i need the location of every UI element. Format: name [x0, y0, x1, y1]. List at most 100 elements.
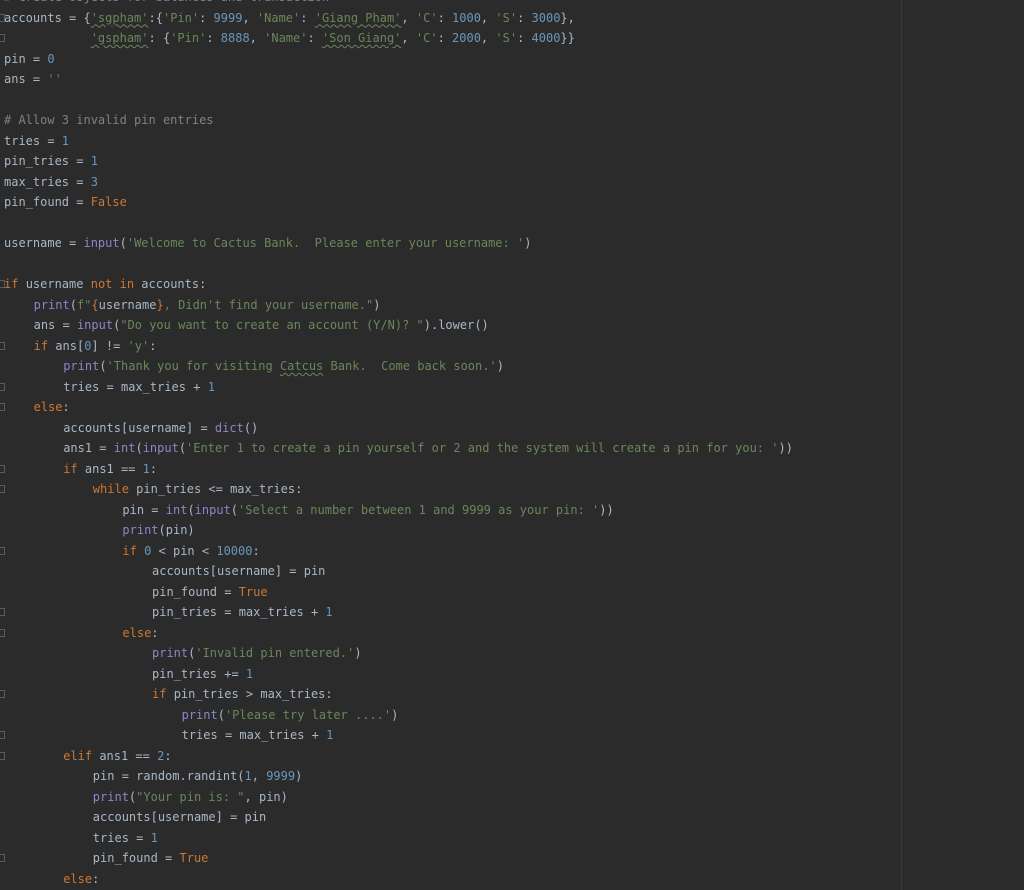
fold-marker-icon[interactable] — [0, 628, 5, 637]
code-line[interactable]: if pin_tries > max_tries: — [152, 684, 333, 705]
fold-marker-icon[interactable] — [0, 464, 5, 473]
code-line[interactable]: accounts[username] = pin — [93, 807, 266, 828]
code-token-id: ) — [524, 236, 532, 250]
code-token-num: 1 — [61, 133, 70, 148]
code-line[interactable]: ans1 = int(input('Enter 1 to create a pi… — [63, 438, 793, 459]
code-line[interactable]: print("Your pin is: ", pin) — [93, 787, 288, 808]
code-line[interactable]: print(f"{username}, Didn't find your use… — [34, 295, 381, 316]
code-line[interactable]: while pin_tries <= max_tries: — [93, 479, 303, 500]
code-token-fn: print — [181, 707, 218, 722]
code-line[interactable]: max_tries = 3 — [4, 172, 98, 193]
code-token-id: pin = random.randint( — [92, 769, 245, 783]
fold-marker-icon[interactable] — [0, 690, 5, 698]
code-line[interactable]: elif ans1 == 2: — [63, 746, 171, 767]
code-token-id: : — [62, 400, 70, 414]
code-token-id: username — [25, 277, 91, 291]
code-token-id: : — [307, 31, 322, 45]
code-token-id: pin_tries = — [4, 154, 91, 168]
code-line[interactable]: tries = max_tries + 1 — [182, 725, 334, 746]
code-token-id: ) — [373, 297, 381, 312]
fold-marker-icon[interactable] — [0, 731, 5, 739]
fold-marker-icon[interactable] — [0, 403, 5, 411]
code-line[interactable]: pin_found = True — [93, 848, 209, 869]
code-token-id: : — [149, 461, 158, 476]
code-token-id: accounts = { — [4, 10, 91, 25]
code-token-fn: input — [76, 318, 114, 332]
code-token-kw: True — [179, 851, 209, 865]
code-token-fn: print — [152, 646, 189, 660]
code-token-num: 8888 — [220, 31, 250, 45]
code-line[interactable]: # Create objects for balances and transa… — [4, 0, 329, 8]
fold-marker-icon[interactable] — [0, 751, 5, 760]
code-line[interactable]: pin_tries = 1 — [4, 151, 98, 172]
code-line[interactable]: print('Invalid pin entered.') — [152, 643, 362, 664]
fold-marker-icon[interactable] — [0, 341, 5, 350]
code-token-str: 'Son Giang' — [321, 31, 402, 45]
code-line[interactable]: accounts[username] = pin — [152, 561, 325, 582]
code-line[interactable]: ans = input("Do you want to create an ac… — [34, 315, 489, 336]
code-line[interactable]: print('Please try later ....') — [182, 705, 399, 726]
code-token-id: : — [300, 10, 315, 25]
code-line[interactable]: ans = '' — [4, 69, 62, 90]
code-line[interactable]: if ans[0] != 'y': — [34, 336, 157, 357]
code-token-id: ans = — [33, 318, 77, 332]
code-line[interactable]: accounts[username] = dict() — [63, 418, 258, 439]
code-token-str: Catcus — [279, 359, 324, 373]
fold-marker-icon[interactable] — [0, 485, 5, 493]
code-line[interactable]: tries = 1 — [93, 828, 158, 849]
code-line[interactable]: pin_found = True — [152, 582, 268, 603]
code-token-id: accounts[username] = pin — [92, 810, 267, 824]
code-line[interactable]: else: — [122, 623, 158, 644]
code-token-id: , — [242, 10, 257, 25]
code-token-fmt: } — [156, 297, 164, 312]
code-token-id: pin = — [122, 502, 166, 517]
code-line[interactable]: if 0 < pin < 10000: — [122, 541, 259, 562]
code-token-num: 1 — [142, 461, 150, 476]
code-token-str: Bank. Come back soon.' — [323, 359, 497, 373]
code-line[interactable]: accounts = {'sgpham':{'Pin': 9999, 'Name… — [4, 8, 575, 29]
code-token-str: 'Please try later ....' — [224, 707, 392, 722]
code-token-id: : — [149, 338, 157, 353]
code-line[interactable]: 'gspham': {'Pin': 8888, 'Name': 'Son Gia… — [4, 28, 575, 49]
code-token-str: 'S' — [495, 31, 518, 45]
code-token-id: }} — [560, 31, 575, 45]
code-line[interactable]: pin = 0 — [4, 49, 55, 70]
code-line[interactable]: else: — [63, 869, 99, 890]
fold-marker-icon[interactable] — [0, 546, 5, 555]
code-token-id: ).lower() — [423, 318, 489, 332]
code-line[interactable]: pin_found = False — [4, 192, 127, 213]
code-token-id: : — [199, 10, 214, 25]
code-line[interactable]: if ans1 == 1: — [63, 459, 157, 480]
code-token-id: : — [92, 871, 100, 886]
code-token-id: : — [151, 625, 159, 640]
code-line[interactable]: if username not in accounts: — [4, 274, 206, 295]
code-token-id: ) — [295, 769, 303, 783]
code-token-id: )) — [599, 502, 614, 517]
code-token-fmt: { — [91, 297, 99, 312]
code-line[interactable]: pin = random.randint(1, 9999) — [93, 766, 303, 787]
code-line[interactable]: pin_tries = max_tries + 1 — [152, 602, 333, 623]
code-token-kw: else — [33, 400, 63, 414]
fold-marker-icon[interactable] — [0, 608, 5, 616]
fold-marker-icon[interactable] — [0, 382, 5, 391]
code-line[interactable]: else: — [34, 397, 70, 418]
code-line[interactable]: username = input('Welcome to Cactus Bank… — [4, 233, 531, 254]
code-token-id: : — [517, 31, 532, 45]
code-line[interactable]: pin = int(input('Select a number between… — [122, 500, 613, 521]
code-token-id: ( — [217, 707, 225, 722]
code-line[interactable]: tries = max_tries + 1 — [63, 377, 215, 398]
fold-marker-icon[interactable] — [0, 854, 5, 862]
code-editor[interactable]: # Create objects for balances and transa… — [0, 0, 1024, 890]
code-line[interactable]: print(pin) — [122, 520, 194, 541]
code-token-id: ( — [230, 502, 239, 517]
code-token-kw: elif — [63, 748, 100, 763]
code-line[interactable]: print('Thank you for visiting Catcus Ban… — [63, 356, 504, 377]
code-line[interactable]: tries = 1 — [4, 131, 69, 152]
code-token-id: , — [480, 31, 496, 45]
code-token-id: max_tries = — [4, 174, 91, 189]
code-token-id: () — [243, 420, 259, 435]
code-token-id: : — [164, 748, 172, 763]
code-line[interactable]: pin_tries += 1 — [152, 664, 253, 685]
code-token-id: pin_tries <= max_tries: — [136, 482, 303, 496]
code-line[interactable]: # Allow 3 invalid pin entries — [4, 110, 214, 131]
